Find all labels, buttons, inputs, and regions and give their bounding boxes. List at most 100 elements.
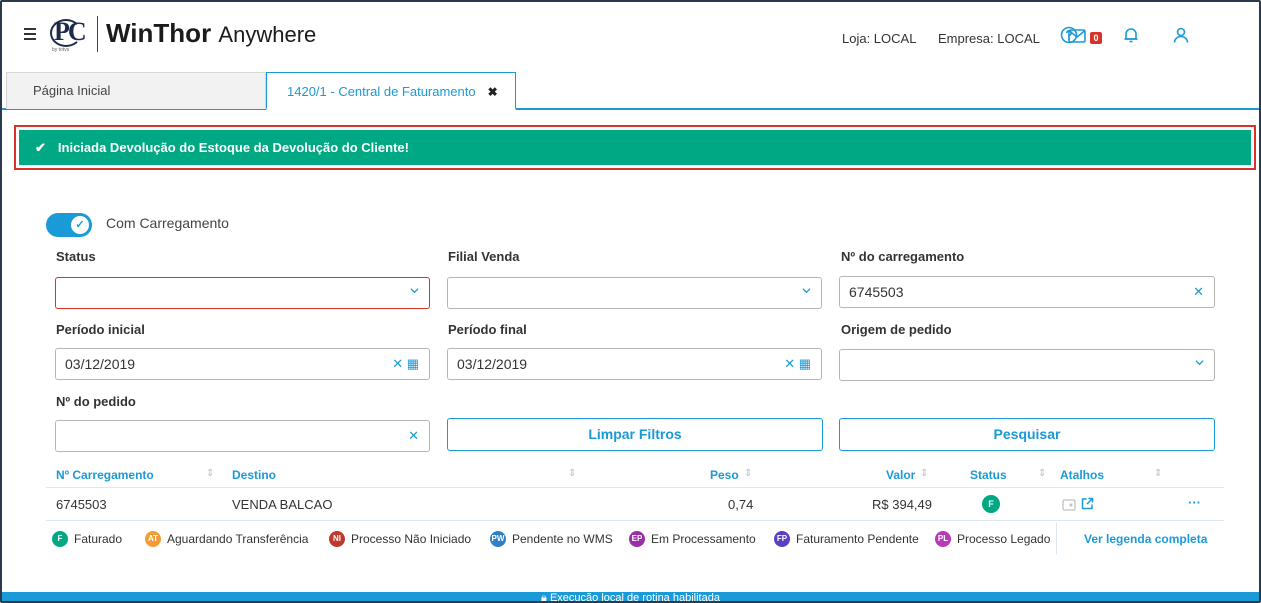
check-icon: ✔ bbox=[35, 140, 46, 155]
mail-icon[interactable] bbox=[1068, 26, 1088, 46]
mail-badge: 0 bbox=[1090, 32, 1102, 44]
table-divider bbox=[46, 520, 1224, 521]
chevron-down-icon bbox=[802, 288, 811, 294]
legend-dot: NI bbox=[329, 531, 345, 547]
legend-item-wms: PW Pendente no WMS bbox=[490, 531, 613, 547]
tab-active-label: 1420/1 - Central de Faturamento bbox=[287, 84, 476, 99]
app-title-rest: Anywhere bbox=[218, 22, 317, 47]
lock-icon: 🔒︎ bbox=[541, 592, 550, 603]
sort-icon[interactable]: ⇕ bbox=[568, 468, 576, 479]
chevron-down-icon bbox=[1195, 360, 1204, 366]
periodo-final-label: Período final bbox=[448, 322, 527, 337]
col-header-valor[interactable]: Valor bbox=[886, 468, 915, 482]
col-header-peso[interactable]: Peso bbox=[710, 468, 739, 482]
sort-icon[interactable]: ⇕ bbox=[206, 468, 214, 479]
logo-letters: PC bbox=[54, 17, 87, 46]
store-label: Loja: LOCAL bbox=[842, 31, 917, 46]
app-title-bold: WinThor bbox=[106, 18, 212, 48]
top-header: PC by totvs WinThor Anywhere Loja: LOCAL… bbox=[2, 2, 1259, 68]
origem-label: Origem de pedido bbox=[841, 322, 952, 337]
legend-label: Aguardando Transferência bbox=[167, 532, 309, 546]
app-window: PC by totvs WinThor Anywhere Loja: LOCAL… bbox=[0, 0, 1261, 603]
menu-icon[interactable] bbox=[24, 28, 36, 40]
shortcut-doc-icon[interactable] bbox=[1062, 498, 1076, 511]
col-header-carregamento[interactable]: Nº Carregamento bbox=[56, 468, 154, 482]
periodo-final-value: 03/12/2019 bbox=[457, 356, 528, 372]
legend-dot: F bbox=[52, 531, 68, 547]
periodo-inicial-label: Período inicial bbox=[56, 322, 145, 337]
periodo-inicial-value: 03/12/2019 bbox=[65, 356, 136, 372]
legend-label: Faturado bbox=[74, 532, 123, 546]
full-legend-link[interactable]: Ver legenda completa bbox=[1084, 532, 1207, 546]
clear-calendar-icons[interactable]: ✕ ▦ bbox=[392, 356, 419, 372]
tab-home-label: Página Inicial bbox=[33, 83, 111, 98]
logo-divider bbox=[97, 16, 98, 52]
app-title: WinThor Anywhere bbox=[106, 18, 316, 49]
open-external-icon[interactable] bbox=[1081, 497, 1095, 511]
footer-message: Execução local de rotina habilitada bbox=[549, 592, 720, 603]
sort-icon[interactable]: ⇕ bbox=[744, 468, 752, 479]
status-label: Status bbox=[56, 249, 96, 264]
toggle-label: Com Carregamento bbox=[106, 215, 229, 231]
cell-valor: R$ 394,49 bbox=[872, 497, 932, 512]
legend-item-processamento: EP Em Processamento bbox=[629, 531, 756, 547]
col-header-status[interactable]: Status bbox=[970, 468, 1007, 482]
success-alert: ✔ Iniciada Devolução do Estoque da Devolu… bbox=[19, 130, 1251, 165]
close-icon[interactable]: ✖ bbox=[488, 85, 498, 99]
alert-highlight: ✔ Iniciada Devolução do Estoque da Devolu… bbox=[14, 125, 1256, 170]
status-footer: 🔒︎ Execução local de rotina habilitada bbox=[2, 592, 1259, 603]
sort-icon[interactable]: ⇕ bbox=[1038, 468, 1046, 479]
filial-label: Filial Venda bbox=[448, 249, 520, 264]
cell-peso: 0,74 bbox=[728, 497, 754, 512]
periodo-inicial-input[interactable]: 03/12/2019 ✕ ▦ bbox=[55, 348, 430, 380]
sort-icon[interactable]: ⇕ bbox=[920, 468, 928, 479]
status-select[interactable] bbox=[55, 277, 430, 309]
cell-destino: VENDA BALCAO bbox=[232, 497, 333, 512]
clear-icon[interactable]: ✕ bbox=[1193, 284, 1204, 300]
more-icon[interactable]: ··· bbox=[1188, 495, 1201, 510]
clear-icon[interactable]: ✕ bbox=[408, 428, 419, 444]
legend-dot: FP bbox=[774, 531, 790, 547]
alert-message: Iniciada Devolução do Estoque da Devoluç… bbox=[57, 140, 409, 155]
legend-label: Processo Legado bbox=[957, 532, 1051, 546]
user-icon[interactable] bbox=[1172, 26, 1192, 46]
legend-item-faturado: F Faturado bbox=[52, 531, 122, 547]
company-label: Empresa: LOCAL bbox=[938, 31, 1040, 46]
legend-item-faturamento-pendente: FP Faturamento Pendente bbox=[774, 531, 919, 547]
col-header-destino[interactable]: Destino bbox=[232, 468, 276, 482]
legend-item-legado: PL Processo Legado bbox=[935, 531, 1050, 547]
carregamento-input[interactable]: 6745503 ✕ bbox=[839, 276, 1215, 308]
carregamento-label: Nº do carregamento bbox=[841, 249, 965, 264]
legend-item-nao-iniciado: NI Processo Não Iniciado bbox=[329, 531, 471, 547]
legend-dot: AT bbox=[145, 531, 161, 547]
legend-label: Processo Não Iniciado bbox=[351, 532, 472, 546]
legend-label: Faturamento Pendente bbox=[796, 532, 919, 546]
search-button[interactable]: Pesquisar bbox=[839, 418, 1215, 451]
tab-bar: Página Inicial 1420/1 - Central de Fatur… bbox=[2, 72, 1259, 110]
col-header-atalhos[interactable]: Atalhos bbox=[1060, 468, 1104, 482]
pedido-label: Nº do pedido bbox=[56, 394, 136, 409]
pedido-input[interactable]: ✕ bbox=[55, 420, 430, 452]
legend-label: Pendente no WMS bbox=[512, 532, 613, 546]
tab-home[interactable]: Página Inicial bbox=[6, 72, 266, 109]
tab-central-faturamento[interactable]: 1420/1 - Central de Faturamento ✖ bbox=[266, 72, 516, 110]
legend-dot: PL bbox=[935, 531, 951, 547]
legend-label: Em Processamento bbox=[651, 532, 756, 546]
clear-filters-button[interactable]: Limpar Filtros bbox=[447, 418, 823, 451]
legend-dot: EP bbox=[629, 531, 645, 547]
chevron-down-icon bbox=[410, 288, 419, 294]
status-badge: F bbox=[982, 495, 1000, 513]
cell-carregamento[interactable]: 6745503 bbox=[56, 497, 107, 512]
sort-icon[interactable]: ⇕ bbox=[1154, 468, 1162, 479]
origem-select[interactable] bbox=[839, 349, 1215, 381]
company-logo: PC by totvs bbox=[48, 17, 88, 55]
bell-icon[interactable] bbox=[1122, 26, 1142, 46]
legend-item-aguardando: AT Aguardando Transferência bbox=[145, 531, 308, 547]
filial-select[interactable] bbox=[447, 277, 822, 309]
clear-calendar-icons[interactable]: ✕ ▦ bbox=[784, 356, 811, 372]
logo-subtitle: by totvs bbox=[52, 47, 70, 53]
periodo-final-input[interactable]: 03/12/2019 ✕ ▦ bbox=[447, 348, 822, 380]
legend-dot: PW bbox=[490, 531, 506, 547]
carregamento-toggle[interactable]: ✓ bbox=[46, 213, 92, 237]
table-divider bbox=[46, 487, 1224, 488]
